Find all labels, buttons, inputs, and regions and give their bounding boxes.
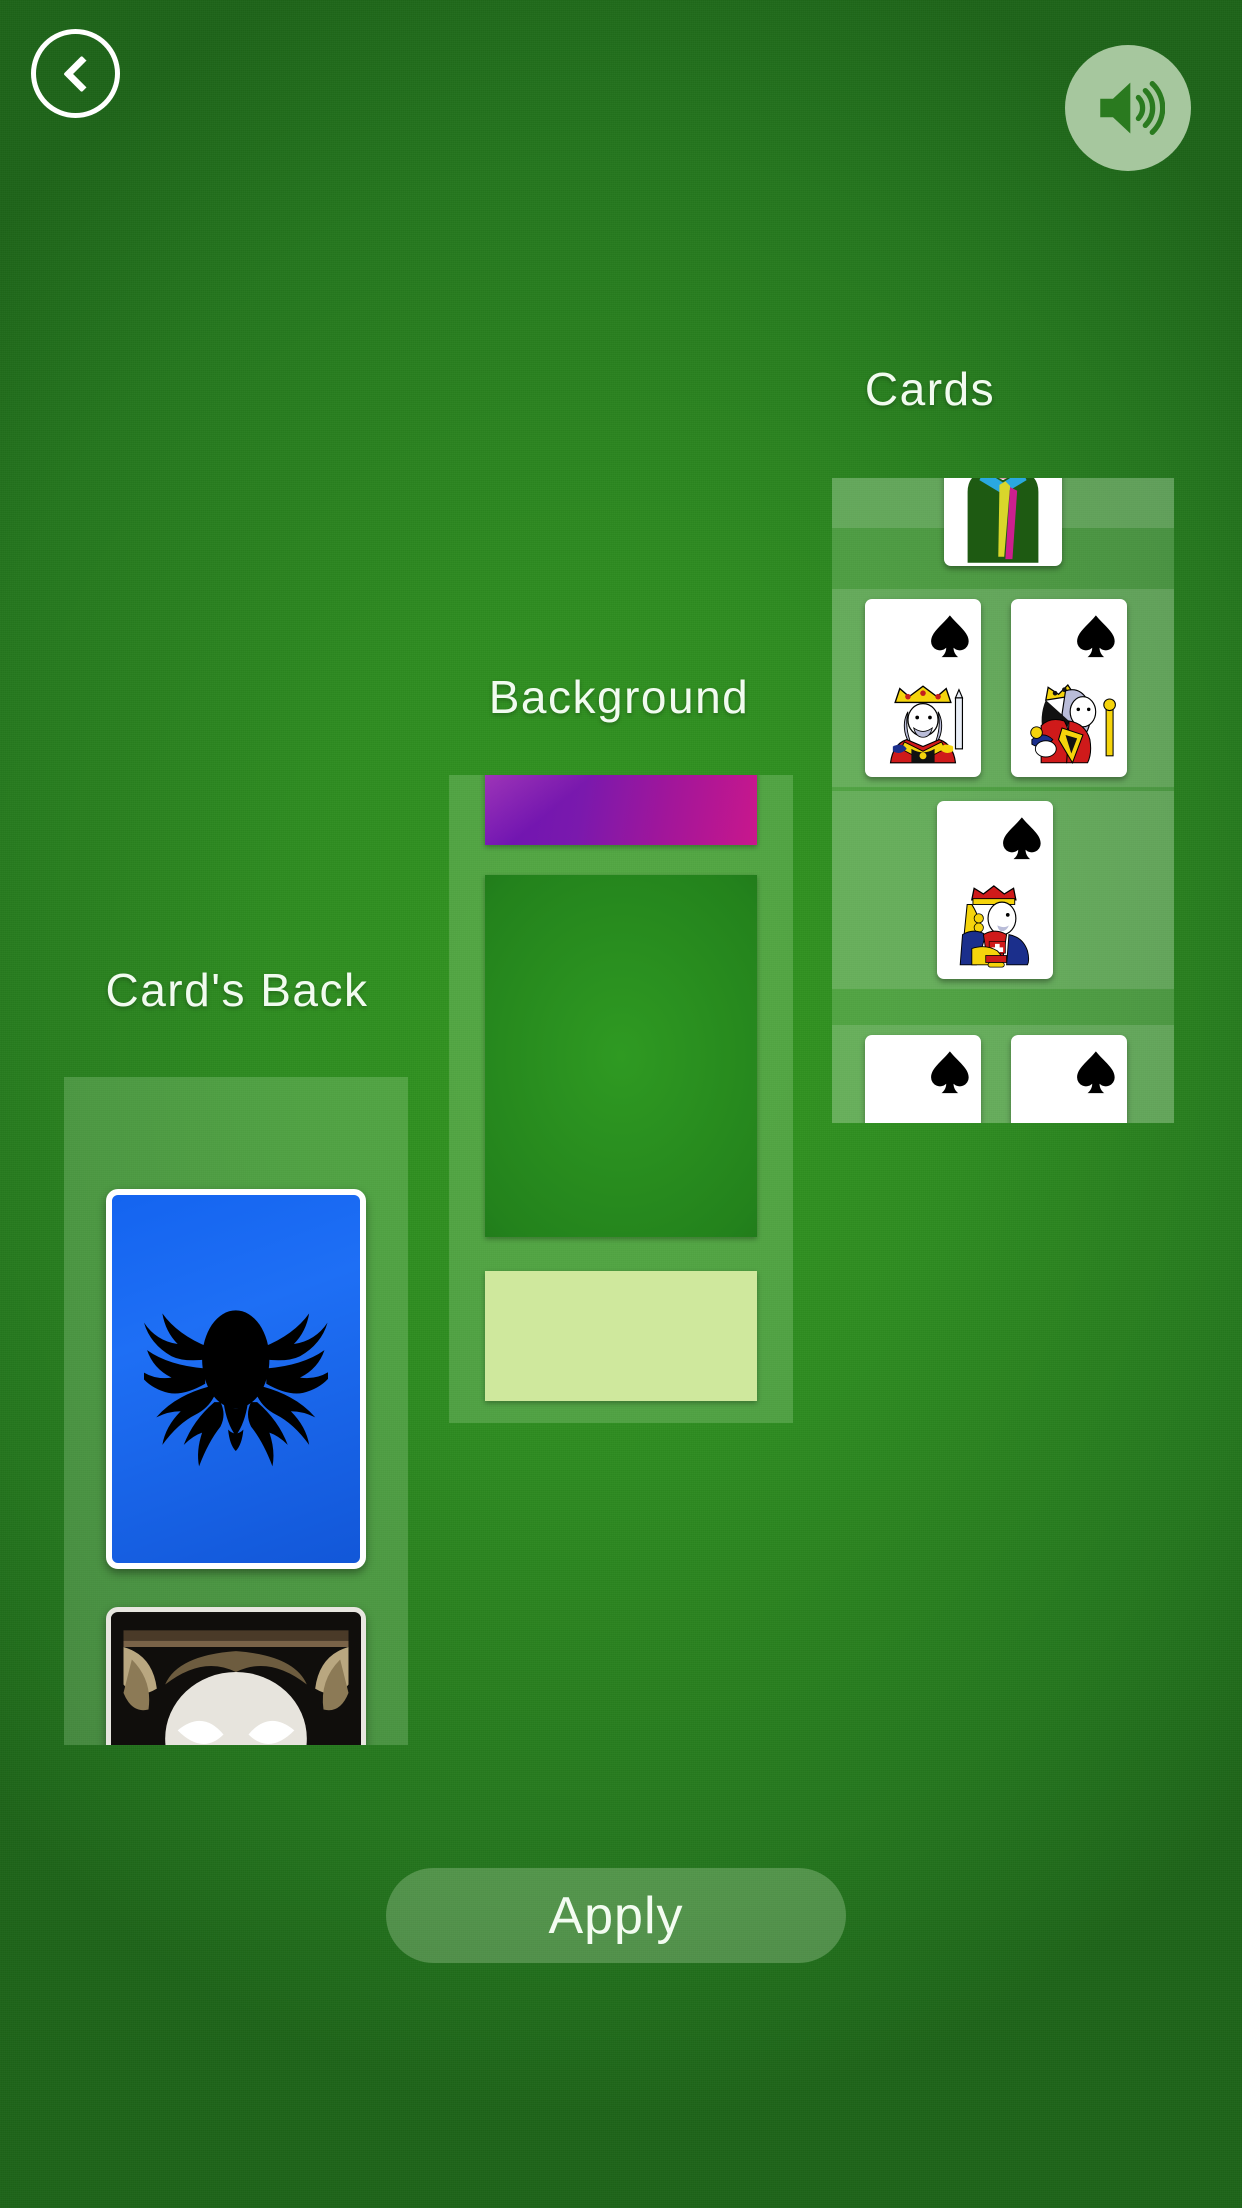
spade-icon [1002,817,1041,860]
card-preview-plain-spade-1[interactable] [865,1035,981,1123]
back-button[interactable] [31,29,120,118]
section-title-cards-back: Card's Back [105,964,369,1016]
chevron-left-icon [62,55,100,92]
card-figure [944,478,1062,566]
king-figure [865,667,981,777]
section-title-background: Background [488,671,750,723]
card-preview-plain-spade-2[interactable] [1011,1035,1127,1123]
spade-icon [1076,1051,1115,1094]
background-option-purple[interactable] [485,775,757,845]
skull-icon [111,1612,361,1745]
spade-icon [1076,615,1115,658]
background-option-green-selected[interactable] [485,875,757,1237]
sound-toggle-button[interactable] [1065,45,1191,171]
background-option-lime[interactable] [485,1271,757,1401]
card-preview-face-figure[interactable] [944,478,1062,566]
card-preview-jack-spades[interactable] [937,801,1053,979]
apply-button[interactable]: Apply [386,1868,846,1963]
section-title-cards: Cards [864,363,996,415]
sound-on-icon [1100,81,1165,135]
card-preview-queen-spades[interactable] [1011,599,1127,777]
queen-figure [1011,667,1127,777]
background-option-list[interactable] [449,775,793,1423]
cards-option-list[interactable] [832,478,1174,1123]
cards-back-option-list[interactable] [64,1077,408,1745]
card-back-option-skull[interactable] [106,1607,366,1745]
spade-icon [930,615,969,658]
spade-icon [930,1051,969,1094]
card-preview-king-spades[interactable] [865,599,981,777]
card-back-option-spider[interactable] [106,1189,366,1569]
spider-icon [144,1310,328,1467]
jack-figure [937,869,1053,979]
